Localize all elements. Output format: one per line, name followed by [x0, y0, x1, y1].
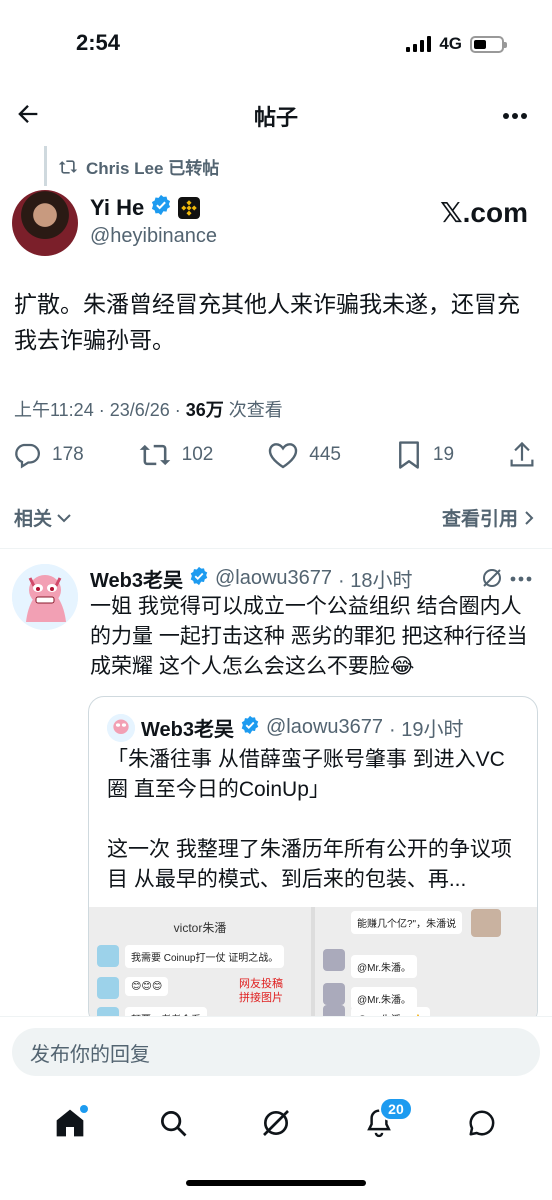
repost-icon: [58, 158, 78, 176]
quote-handle: @laowu3677: [265, 716, 384, 738]
divider: [0, 548, 552, 549]
quote-text-line2: 这一次 我整理了朱潘历年所有公开的争议项目 从最早的模式、到后来的包装、再...: [107, 838, 512, 891]
chat-title: victor朱潘: [173, 921, 227, 935]
bookmark-icon: [395, 440, 423, 470]
bookmark-count: 19: [432, 444, 455, 465]
view-count: 36万: [185, 400, 224, 420]
view-quotes-label: 查看引用: [441, 509, 518, 530]
reply-handle[interactable]: @laowu3677: [215, 567, 332, 590]
post-text: 扩散。朱潘曾经冒充其他人来诈骗我未遂，还冒充我去诈骗孙哥。: [14, 291, 520, 353]
reply-count: 178: [52, 444, 84, 465]
reply-display-name[interactable]: Web3老吴: [90, 564, 183, 593]
chat-screenshot-left: victor朱潘 我需要 Coinup打一仗 证明之战。 😊😊😊 颠覆，者者会看…: [89, 907, 311, 1025]
nav-search[interactable]: [153, 1103, 193, 1143]
verified-badge-icon: [150, 194, 172, 221]
post-timestamp[interactable]: 上午11:24 · 23/6/26 ·: [14, 400, 186, 420]
nav-messages[interactable]: [462, 1103, 502, 1143]
repost-count: 102: [181, 444, 214, 465]
nav-notifications[interactable]: 20: [359, 1097, 413, 1143]
quoted-post-card[interactable]: Web3老吴 @laowu3677 · 19小时 「朱潘往事 从借薛蛮子账号肇事…: [88, 696, 538, 1026]
grok-icon[interactable]: [480, 566, 504, 590]
repost-indicator[interactable]: Chris Lee 已转帖: [58, 154, 219, 179]
related-label: 相关: [14, 509, 53, 530]
repost-button[interactable]: 102: [138, 441, 214, 469]
reply-time[interactable]: · 18小时: [338, 564, 412, 593]
share-icon: [508, 440, 536, 470]
post-actions: 178 102 445 19: [12, 440, 536, 470]
post-meta: 上午11:24 · 23/6/26 · 36万 次查看: [14, 396, 283, 422]
verified-badge-icon: [240, 715, 260, 741]
repost-text: Chris Lee 已转帖: [86, 159, 220, 178]
reply-avatar[interactable]: [12, 564, 78, 630]
chat-avatar: [323, 983, 345, 1005]
quote-time: · 19小时: [389, 719, 464, 741]
network-label: 4G: [439, 34, 462, 53]
chat-message: @Mr.朱潘。: [351, 955, 418, 978]
author-display-name[interactable]: Yi He: [90, 195, 144, 221]
more-options-icon[interactable]: [502, 112, 528, 120]
notifications-badge: 20: [379, 1097, 413, 1121]
quote-display-name: Web3老吴: [141, 719, 234, 741]
thread-line: [44, 146, 47, 186]
chat-avatar: [471, 909, 501, 937]
chat-message: 我需要 Coinup打一仗 证明之战。: [125, 945, 285, 968]
quote-text: 「朱潘往事 从借薛蛮子账号肇事 到进入VC圈 直至今日的CoinUp」 这一次 …: [107, 745, 517, 895]
quote-header: Web3老吴 @laowu3677 · 19小时: [107, 713, 464, 742]
like-button[interactable]: 445: [267, 440, 341, 470]
chevron-right-icon: [524, 510, 534, 526]
heart-icon: [267, 440, 299, 470]
reply-button[interactable]: 178: [12, 440, 84, 470]
reply-icon: [12, 440, 42, 470]
chat-message: 能赚几个亿?"，朱潘说: [351, 911, 463, 934]
bottom-navigation: 20: [0, 1097, 552, 1148]
repost-action-icon: [138, 441, 172, 469]
chat-message: 😊😊😊: [125, 977, 169, 996]
nav-grok[interactable]: [256, 1103, 296, 1143]
home-notification-dot: [79, 1105, 88, 1113]
reply-header: Web3老吴 @laowu3677 · 18小时: [90, 564, 413, 593]
battery-icon: [470, 35, 507, 53]
chat-avatar: [323, 949, 345, 971]
quote-avatar: [107, 713, 135, 742]
chevron-down-icon: [56, 512, 72, 524]
chat-avatar: [97, 945, 119, 967]
search-icon: [158, 1108, 188, 1138]
like-count: 445: [309, 444, 341, 465]
x-com-logo: 𝕏.com: [440, 197, 528, 228]
watermark-note: 网友投稿 拼接图片: [239, 978, 283, 1004]
quote-image[interactable]: victor朱潘 我需要 Coinup打一仗 证明之战。 😊😊😊 颠覆，者者会看…: [89, 907, 537, 1025]
binance-affiliate-icon[interactable]: [178, 196, 201, 219]
view-quotes-link[interactable]: 查看引用: [442, 504, 534, 531]
author-name-row: Yi He: [90, 194, 201, 221]
status-indicators: 4G: [406, 34, 507, 54]
reply-input[interactable]: 发布你的回复: [12, 1028, 540, 1076]
home-indicator: [186, 1180, 366, 1186]
status-time: 2:54: [76, 30, 121, 55]
author-avatar[interactable]: [12, 190, 78, 256]
quote-text-line1: 「朱潘往事 从借薛蛮子账号肇事 到进入VC圈 直至今日的CoinUp」: [107, 748, 505, 801]
messages-icon: [467, 1108, 497, 1138]
grok-icon: [260, 1107, 292, 1139]
verified-badge-icon: [189, 566, 209, 592]
reply-text: 一姐 我觉得可以成立一个公益组织 结合圈内人的力量 一起打击这种 恶劣的罪犯 把…: [90, 595, 528, 678]
bookmark-button[interactable]: 19: [395, 440, 454, 470]
views-label: 次查看: [223, 400, 283, 420]
signal-icon: [406, 36, 432, 52]
author-handle[interactable]: @heyibinance: [90, 225, 217, 248]
nav-home[interactable]: [50, 1103, 90, 1143]
page-title: 帖子: [253, 105, 298, 130]
chat-screenshot-right: 能赚几个亿?"，朱潘说 @Mr.朱潘。 @Mr.朱潘。 @Mr.朱潘。👍: [315, 907, 537, 1025]
share-button[interactable]: [508, 440, 536, 470]
related-dropdown[interactable]: 相关: [14, 504, 72, 531]
chat-avatar: [97, 977, 119, 999]
reply-more-icon[interactable]: [510, 576, 532, 582]
